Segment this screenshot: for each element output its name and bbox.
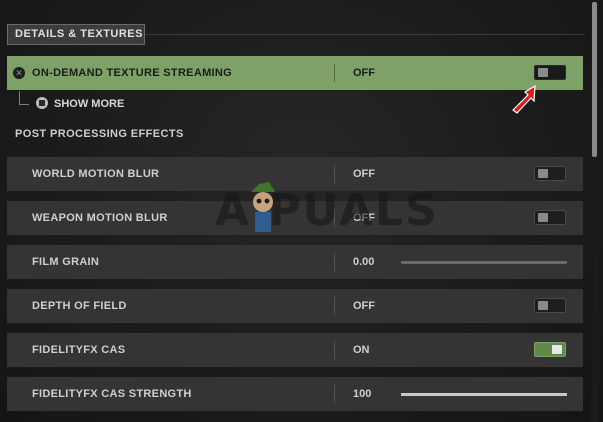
mascot-icon <box>251 182 275 232</box>
divider <box>334 385 335 403</box>
toggle-switch[interactable] <box>534 65 566 80</box>
setting-label: ON-DEMAND TEXTURE STREAMING <box>32 67 232 79</box>
setting-label: WORLD MOTION BLUR <box>32 168 160 180</box>
scrollbar-thumb[interactable] <box>592 2 597 157</box>
toggle-knob <box>552 345 562 354</box>
setting-row-depth-of-field[interactable]: DEPTH OF FIELD OFF <box>7 289 583 323</box>
setting-label: DEPTH OF FIELD <box>32 300 127 312</box>
show-more-label: SHOW MORE <box>54 98 125 110</box>
divider <box>334 253 335 271</box>
setting-value: 100 <box>353 388 372 400</box>
toggle-switch[interactable] <box>534 342 566 357</box>
setting-label: FIDELITYFX CAS <box>32 344 126 356</box>
toggle-knob <box>538 68 548 77</box>
toggle-knob <box>538 213 548 222</box>
square-button-icon <box>36 97 48 110</box>
setting-value: OFF <box>353 300 375 312</box>
setting-label: FIDELITYFX CAS STRENGTH <box>32 388 192 400</box>
show-more-button[interactable]: SHOW MORE <box>36 96 124 112</box>
toggle-switch[interactable] <box>534 298 566 313</box>
arrow-cursor-icon <box>512 84 536 114</box>
tree-connector <box>19 91 29 105</box>
setting-label: FILM GRAIN <box>32 256 100 268</box>
setting-row-film-grain[interactable]: FILM GRAIN 0.00 <box>7 245 583 279</box>
toggle-knob <box>538 169 548 178</box>
setting-value: 0.00 <box>353 256 375 268</box>
setting-row-fidelityfx-cas[interactable]: FIDELITYFX CAS ON <box>7 333 583 367</box>
x-circle-icon[interactable]: ✕ <box>13 67 25 79</box>
setting-label: WEAPON MOTION BLUR <box>32 212 168 224</box>
divider <box>334 297 335 315</box>
setting-row-on-demand-texture-streaming[interactable]: ✕ ON-DEMAND TEXTURE STREAMING OFF <box>7 56 583 90</box>
setting-value: OFF <box>353 67 375 79</box>
toggle-switch[interactable] <box>534 210 566 225</box>
subsection-title-post-processing: POST PROCESSING EFFECTS <box>15 128 184 140</box>
divider <box>334 64 335 82</box>
setting-row-fidelityfx-cas-strength[interactable]: FIDELITYFX CAS STRENGTH 100 <box>7 377 583 411</box>
toggle-switch[interactable] <box>534 166 566 181</box>
slider-fill <box>401 393 567 396</box>
slider-track[interactable] <box>401 261 567 264</box>
slider-track[interactable] <box>401 393 567 396</box>
setting-value: ON <box>353 344 370 356</box>
divider <box>334 341 335 359</box>
section-header-rule <box>145 34 585 35</box>
toggle-knob <box>538 301 548 310</box>
section-header-details-textures: DETAILS & TEXTURES <box>7 24 145 45</box>
